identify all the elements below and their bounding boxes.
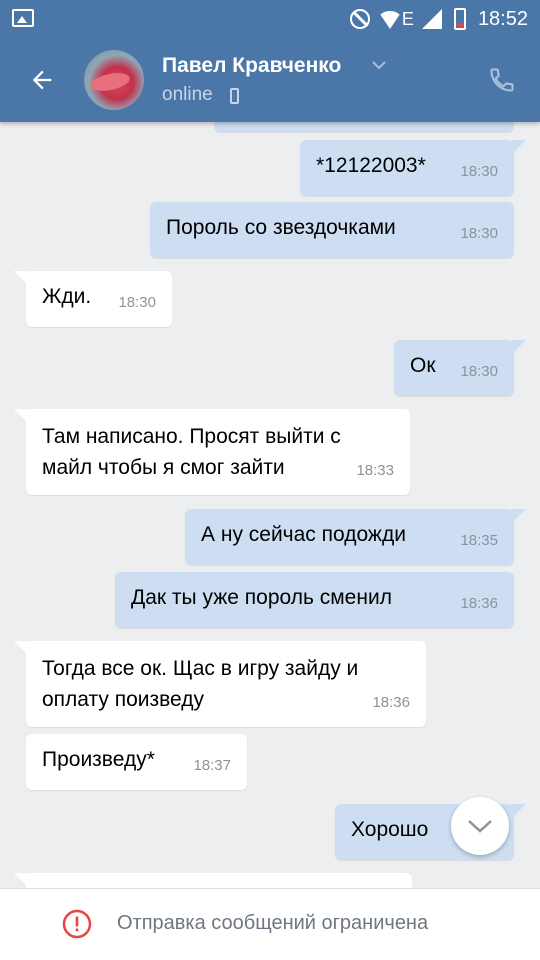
- chevron-down-icon[interactable]: [372, 60, 386, 70]
- message-bubble[interactable]: Дак ты уже пороль сменил 18:36: [115, 572, 514, 628]
- restriction-bar: Отправка сообщений ограничена: [0, 888, 540, 960]
- message-time: 18:30: [118, 294, 156, 311]
- message-text: Жди.: [42, 285, 92, 308]
- scroll-down-button[interactable]: [451, 797, 509, 855]
- message-time: 18:30: [460, 163, 498, 180]
- message-text: Дак ты уже пороль сменил: [131, 586, 392, 609]
- message-time: 18:37: [193, 757, 231, 774]
- message-text: Ок: [410, 354, 436, 377]
- avatar[interactable]: [84, 50, 144, 110]
- contact-name[interactable]: Павел Кравченко: [162, 54, 341, 78]
- message-text: *12122003*: [316, 154, 426, 177]
- bubble-tail: [512, 509, 526, 523]
- message-time: 18:30: [460, 363, 498, 380]
- dnd-icon: [349, 9, 370, 29]
- wifi-icon: [377, 11, 402, 29]
- message-bubble-partial[interactable]: [14, 873, 412, 888]
- warning-icon: [62, 909, 92, 939]
- message-text: Произведу*: [42, 748, 155, 771]
- message-text: Там написано. Просят выйти с майл чтобы …: [42, 425, 341, 479]
- message-list[interactable]: *12122003* 18:30 Пороль со звездочками 1…: [0, 122, 540, 888]
- message-bubble[interactable]: Пороль со звездочками 18:30: [150, 202, 514, 258]
- signal-icon: [421, 9, 442, 29]
- bubble-tail: [14, 873, 28, 887]
- status-bar-right: E 18:52: [349, 6, 528, 32]
- message-text: Тогда все ок. Щас в игру зайду и оплату …: [42, 657, 359, 711]
- message-time: 18:35: [460, 532, 498, 549]
- call-icon[interactable]: [488, 66, 516, 94]
- message-bubble[interactable]: *12122003* 18:30: [300, 140, 526, 196]
- bubble-tail: [512, 140, 526, 154]
- chat-header: Павел Кравченко online: [0, 38, 540, 122]
- message-time: 18:30: [460, 225, 498, 242]
- back-arrow-icon[interactable]: [28, 66, 56, 94]
- bubble-tail: [14, 409, 28, 423]
- restriction-text: Отправка сообщений ограничена: [117, 912, 429, 934]
- bubble-tail: [512, 340, 526, 354]
- message-text: Пороль со звездочками: [166, 216, 396, 239]
- message-time: 18:36: [460, 595, 498, 612]
- message-bubble[interactable]: Ок 18:30: [394, 340, 526, 396]
- bubble-tail: [14, 641, 28, 655]
- message-bubble[interactable]: А ну сейчас подожди 18:35: [185, 509, 526, 565]
- mobile-phone-icon: [230, 88, 239, 104]
- scroll-down-icon: [468, 820, 492, 833]
- image-icon: [12, 9, 34, 27]
- message-bubble[interactable]: Там написано. Просят выйти с майл чтобы …: [14, 409, 410, 495]
- status-clock: 18:52: [477, 7, 528, 30]
- network-type-label: E: [401, 8, 414, 29]
- bubble-tail: [512, 804, 526, 818]
- message-bubble[interactable]: Произведу* 18:37: [26, 734, 247, 790]
- bubble-tail: [14, 271, 28, 285]
- message-bubble-partial[interactable]: [214, 122, 514, 132]
- message-time: 18:33: [356, 462, 394, 479]
- message-time: 18:36: [372, 694, 410, 711]
- message-bubble[interactable]: Жди. 18:30: [14, 271, 172, 327]
- message-text: А ну сейчас подожди: [201, 523, 406, 546]
- message-text: Хорошо: [351, 818, 429, 841]
- contact-status: online: [162, 84, 213, 105]
- battery-icon: [453, 8, 466, 30]
- message-bubble[interactable]: Тогда все ок. Щас в игру зайду и оплату …: [14, 641, 426, 727]
- status-bar: E 18:52: [0, 0, 540, 38]
